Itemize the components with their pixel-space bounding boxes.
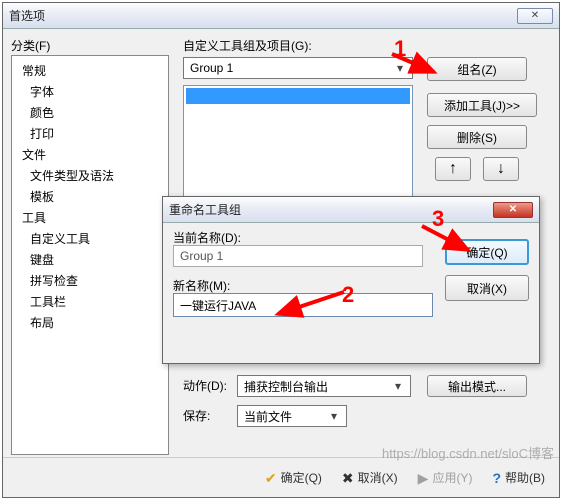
apply-button: ▶ 应用(Y) — [418, 469, 473, 486]
list-item[interactable] — [186, 88, 410, 104]
current-name-label: 当前名称(D): — [173, 229, 241, 246]
arrow-down-icon: ↓ — [497, 160, 505, 178]
groups-label: 自定义工具组及项目(G): — [183, 37, 312, 54]
tree-item-spellcheck[interactable]: 拼写检查 — [12, 270, 168, 291]
tree-item-toolbar[interactable]: 工具栏 — [12, 291, 168, 312]
delete-button[interactable]: 删除(S) — [427, 125, 527, 149]
help-icon: ? — [492, 471, 501, 485]
child-window-title: 重命名工具组 — [169, 201, 241, 218]
move-up-button[interactable]: ↑ — [435, 157, 471, 181]
new-name-label: 新名称(M): — [173, 277, 230, 294]
play-icon: ▶ — [418, 471, 429, 485]
chevron-down-icon: ▾ — [326, 409, 342, 423]
tree-item-print[interactable]: 打印 — [12, 123, 168, 144]
titlebar-main: 首选项 ✕ — [3, 3, 559, 29]
cancel-button[interactable]: ✖ 取消(X) — [342, 469, 398, 486]
titlebar-child: 重命名工具组 ✕ — [163, 197, 539, 223]
tree-item-customtools[interactable]: 自定义工具 — [12, 228, 168, 249]
arrow-up-icon: ↑ — [449, 160, 457, 178]
tree-item-keyboard[interactable]: 键盘 — [12, 249, 168, 270]
category-tree[interactable]: 常规 字体 颜色 打印 文件 文件类型及语法 模板 工具 自定义工具 键盘 拼写… — [11, 55, 169, 455]
save-label: 保存: — [183, 407, 210, 424]
new-name-input[interactable] — [173, 293, 433, 317]
action-dropdown[interactable]: 捕获控制台输出 ▾ — [237, 375, 411, 397]
groupname-button[interactable]: 组名(Z) — [427, 57, 527, 81]
watermark-text: https://blog.csdn.net/sloC博客 — [382, 443, 554, 462]
window-title: 首选项 — [9, 7, 45, 24]
dialog-ok-button[interactable]: 确定(Q) — [445, 239, 529, 265]
group-dropdown[interactable]: Group 1 ▾ — [183, 57, 413, 79]
tools-listbox[interactable] — [183, 85, 413, 205]
current-name-value: Group 1 — [173, 245, 423, 267]
tree-item-layout[interactable]: 布局 — [12, 312, 168, 333]
help-button[interactable]: ? 帮助(B) — [492, 469, 545, 486]
ok-button[interactable]: ✔ 确定(Q) — [265, 469, 322, 486]
group-dropdown-value: Group 1 — [190, 61, 233, 75]
move-down-button[interactable]: ↓ — [483, 157, 519, 181]
check-icon: ✔ — [265, 471, 277, 485]
footer: ✔ 确定(Q) ✖ 取消(X) ▶ 应用(Y) ? 帮助(B) — [3, 457, 559, 497]
dialog-cancel-button[interactable]: 取消(X) — [445, 275, 529, 301]
rename-group-dialog: 重命名工具组 ✕ 当前名称(D): Group 1 新名称(M): 确定(Q) … — [162, 196, 540, 364]
tree-item-color[interactable]: 颜色 — [12, 102, 168, 123]
close-icon[interactable]: ✕ — [517, 8, 553, 24]
action-label: 动作(D): — [183, 377, 227, 394]
tree-item-filetype[interactable]: 文件类型及语法 — [12, 165, 168, 186]
output-mode-button[interactable]: 输出模式... — [427, 375, 527, 397]
add-tool-button[interactable]: 添加工具(J)>> — [427, 93, 537, 117]
save-dropdown-value: 当前文件 — [244, 408, 292, 425]
tree-group-file[interactable]: 文件 — [12, 144, 168, 165]
action-dropdown-value: 捕获控制台输出 — [244, 378, 328, 395]
chevron-down-icon: ▾ — [390, 379, 406, 393]
cross-icon: ✖ — [342, 471, 354, 485]
tree-group-general[interactable]: 常规 — [12, 60, 168, 81]
save-dropdown[interactable]: 当前文件 ▾ — [237, 405, 347, 427]
tree-item-template[interactable]: 模板 — [12, 186, 168, 207]
close-icon[interactable]: ✕ — [493, 202, 533, 218]
chevron-down-icon: ▾ — [392, 61, 408, 75]
tree-group-tools[interactable]: 工具 — [12, 207, 168, 228]
sidebar-label: 分类(F) — [11, 37, 50, 54]
tree-item-font[interactable]: 字体 — [12, 81, 168, 102]
